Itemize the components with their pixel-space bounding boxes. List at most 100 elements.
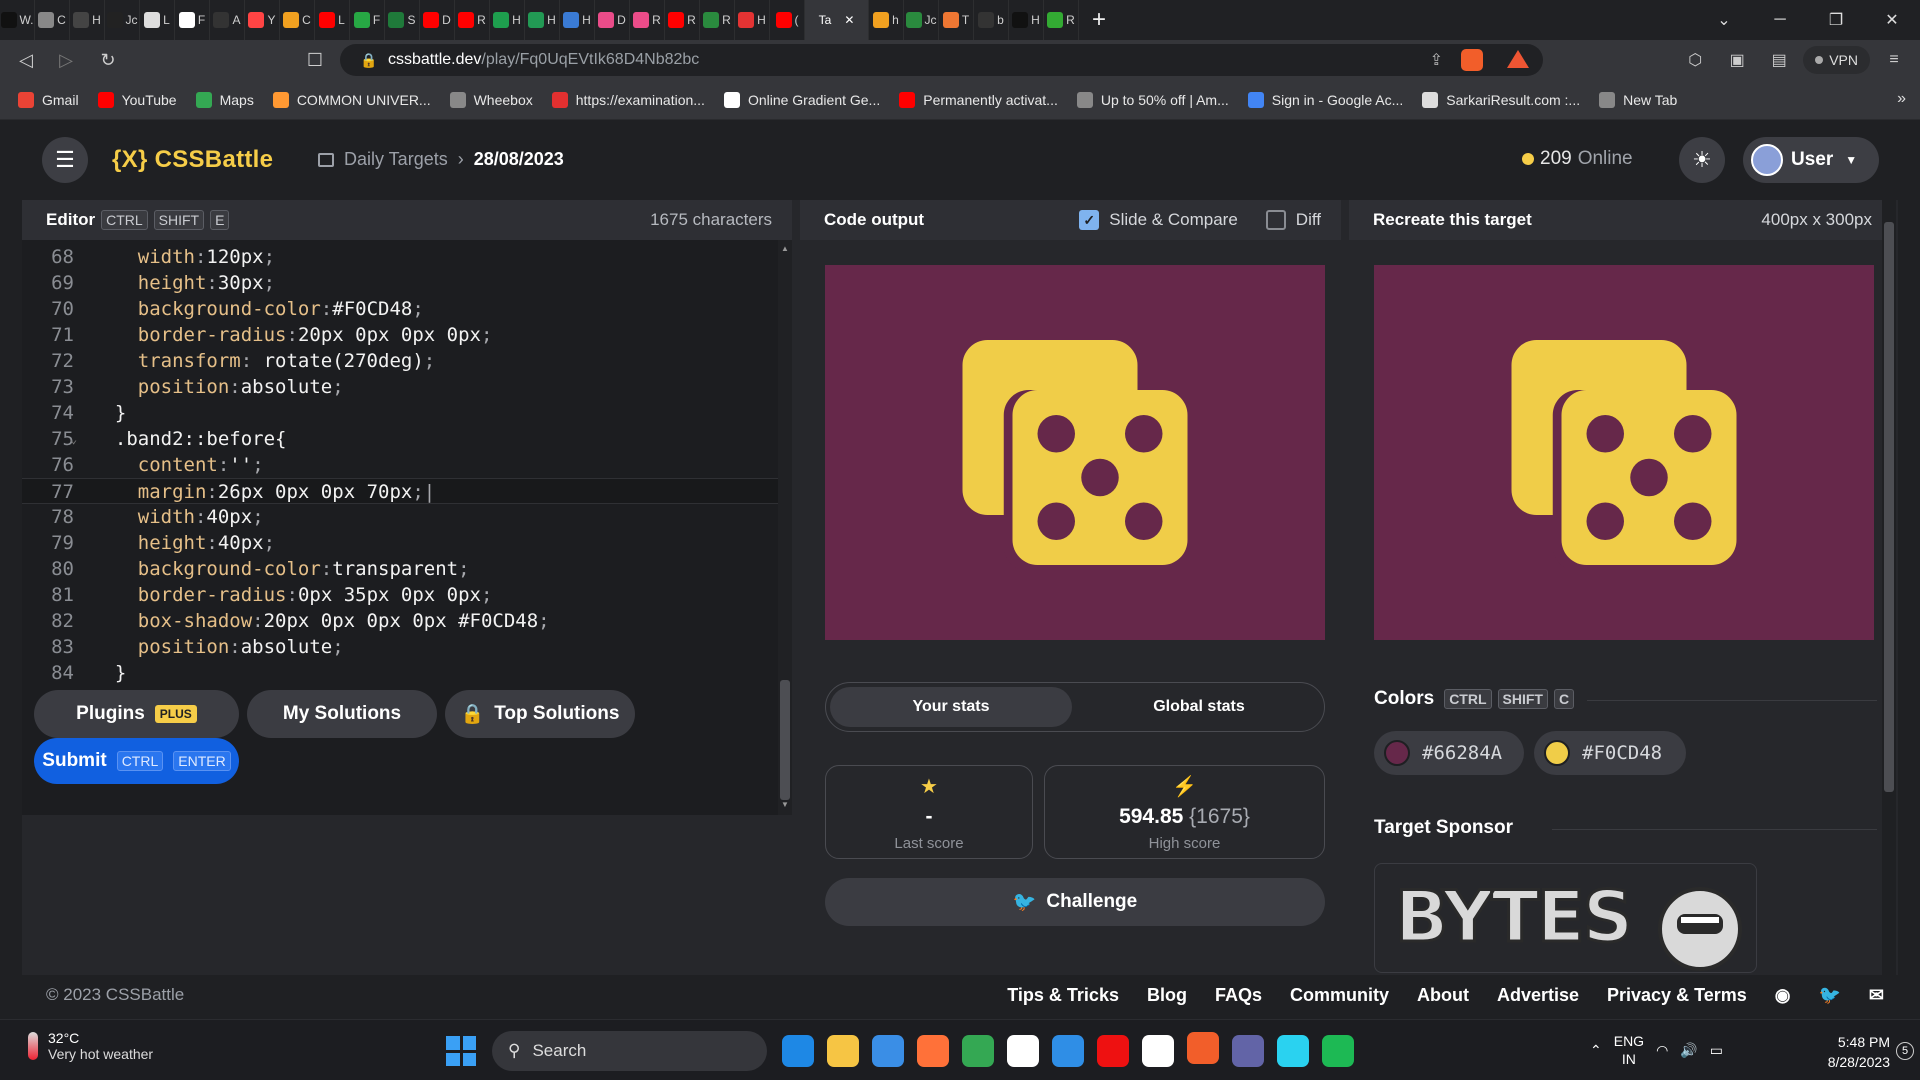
code-line[interactable]: 84 } (22, 660, 778, 686)
bookmark-page-icon[interactable]: ☐ (295, 40, 335, 80)
tab-your-stats[interactable]: Your stats (830, 687, 1072, 727)
footer-link[interactable]: Blog (1147, 985, 1187, 1006)
firefox-icon[interactable] (917, 1035, 949, 1067)
fold-chevron-icon[interactable]: ⌄ (70, 426, 77, 452)
spotify-icon[interactable] (1322, 1035, 1354, 1067)
code-line[interactable]: 74 } (22, 400, 778, 426)
browser-tab[interactable]: Jc (105, 0, 140, 40)
top-solutions-button[interactable]: 🔒 Top Solutions (445, 690, 635, 738)
browser-tab[interactable]: A (210, 0, 245, 40)
tab-search-icon[interactable]: ⌄ (1696, 0, 1752, 40)
browser-tab[interactable]: C (280, 0, 315, 40)
browser-tab[interactable]: R (630, 0, 665, 40)
scroll-down-icon[interactable]: ▼ (780, 800, 790, 809)
start-button[interactable] (446, 1036, 476, 1066)
reload-button[interactable]: ↻ (88, 40, 128, 80)
code-line[interactable]: 81 border-radius:0px 35px 0px 0px; (22, 582, 778, 608)
browser-tab[interactable]: R (1044, 0, 1079, 40)
code-output-canvas[interactable] (825, 265, 1325, 640)
bookmark-item[interactable]: Online Gradient Ge... (723, 91, 880, 108)
browser-tab[interactable]: H (70, 0, 105, 40)
logo[interactable]: {X} CSSBattle (112, 146, 273, 174)
clock[interactable]: 5:48 PM 8/28/2023 (1828, 1032, 1890, 1072)
bookmark-item[interactable]: New Tab (1599, 91, 1677, 108)
footer-link[interactable]: FAQs (1215, 985, 1262, 1006)
browser-tab[interactable]: R (665, 0, 700, 40)
brave-icon[interactable] (1187, 1032, 1219, 1064)
browser-tab[interactable]: S (385, 0, 420, 40)
browser-tab-active[interactable]: Ta ✕ (805, 0, 869, 40)
plugins-button[interactable]: Plugins PLUS (34, 690, 239, 738)
tab-close-icon[interactable]: ✕ (844, 13, 854, 27)
browser-tab[interactable]: F (175, 0, 210, 40)
code-line[interactable]: 71 border-radius:20px 0px 0px 0px; (22, 322, 778, 348)
tab-global-stats[interactable]: Global stats (1078, 687, 1320, 727)
extensions-icon[interactable]: ⬡ (1677, 42, 1713, 78)
browser-tab[interactable]: F (350, 0, 385, 40)
wifi-icon[interactable]: ◠ (1656, 1042, 1668, 1059)
language-indicator[interactable]: ENG IN (1614, 1032, 1644, 1068)
browser-tab[interactable]: H (525, 0, 560, 40)
cortana-icon[interactable] (1277, 1035, 1309, 1067)
footer-link[interactable]: Community (1290, 985, 1389, 1006)
store-icon[interactable] (1007, 1035, 1039, 1067)
opera-icon[interactable] (1097, 1035, 1129, 1067)
editor-scrollbar[interactable]: ▲ ▼ (778, 240, 792, 815)
back-button[interactable]: ◁ (6, 40, 46, 80)
teams-icon[interactable] (1232, 1035, 1264, 1067)
bookmark-item[interactable]: https://examination... (551, 91, 705, 108)
code-line[interactable]: 79 height:40px; (22, 530, 778, 556)
my-solutions-button[interactable]: My Solutions (247, 690, 437, 738)
notification-badge[interactable]: 5 (1896, 1042, 1914, 1060)
color-swatch-1[interactable]: #66284A (1374, 731, 1524, 775)
code-line[interactable]: 78 width:40px; (22, 504, 778, 530)
bookmark-item[interactable]: YouTube (97, 91, 177, 108)
menu-button[interactable]: ☰ (42, 137, 88, 183)
code-line[interactable]: 69 height:30px; (22, 270, 778, 296)
browser-tab[interactable]: R (455, 0, 490, 40)
bookmark-item[interactable]: Sign in - Google Ac... (1247, 91, 1403, 108)
browser-tab[interactable]: T (939, 0, 974, 40)
bookmark-item[interactable]: Permanently activat... (899, 91, 1058, 108)
edge-icon[interactable] (782, 1035, 814, 1067)
files-icon[interactable] (827, 1035, 859, 1067)
checkbox-checked-icon[interactable]: ✓ (1079, 210, 1100, 230)
browser-tab[interactable]: W. (0, 0, 35, 40)
browser-tab[interactable]: b (974, 0, 1009, 40)
breadcrumb-daily-targets[interactable]: Daily Targets (344, 149, 448, 170)
discord-icon[interactable]: ◉ (1775, 985, 1791, 1006)
sidebar-icon[interactable]: ▣ (1719, 42, 1755, 78)
battery-icon[interactable]: ▭ (1710, 1042, 1723, 1059)
browser-tab[interactable]: h (869, 0, 904, 40)
page-scroll-thumb[interactable] (1884, 222, 1894, 792)
bookmark-item[interactable]: Wheebox (449, 91, 533, 108)
footer-link[interactable]: Privacy & Terms (1607, 985, 1747, 1006)
bookmark-item[interactable]: Maps (195, 91, 254, 108)
browser-tab[interactable]: H (560, 0, 595, 40)
footer-link[interactable]: Tips & Tricks (1007, 985, 1119, 1006)
theme-toggle-button[interactable]: ☀ (1679, 137, 1725, 183)
browser-tab[interactable]: ( (770, 0, 805, 40)
wallet-icon[interactable]: ▤ (1761, 42, 1797, 78)
color-swatch-2[interactable]: #F0CD48 (1534, 731, 1686, 775)
scroll-up-icon[interactable]: ▲ (780, 244, 790, 253)
notion-icon[interactable] (1142, 1035, 1174, 1067)
bookmark-item[interactable]: COMMON UNIVER... (272, 91, 431, 108)
browser-tab[interactable]: R (700, 0, 735, 40)
browser-tab[interactable]: H (1009, 0, 1044, 40)
menu-icon[interactable]: ≡ (1876, 42, 1912, 78)
code-line[interactable]: 83 position:absolute; (22, 634, 778, 660)
browser-tab[interactable]: Jc (904, 0, 939, 40)
browser-tab[interactable]: D (420, 0, 455, 40)
address-bar[interactable]: 🔒 cssbattle.dev/play/Fq0UqEVtIk68D4Nb82b… (340, 44, 1543, 76)
footer-link[interactable]: Advertise (1497, 985, 1579, 1006)
checkbox-unchecked-icon[interactable] (1265, 210, 1286, 230)
vpn-button[interactable]: VPN (1803, 46, 1870, 74)
target-canvas[interactable] (1374, 265, 1874, 640)
maximize-button[interactable]: ❐ (1808, 0, 1864, 40)
submit-button[interactable]: Submit CTRL ENTER (34, 738, 239, 784)
code-line[interactable]: 73 position:absolute; (22, 374, 778, 400)
forward-button[interactable]: ▷ (46, 40, 86, 80)
code-line[interactable]: 80 background-color:transparent; (22, 556, 778, 582)
browser-tab[interactable]: L (315, 0, 350, 40)
